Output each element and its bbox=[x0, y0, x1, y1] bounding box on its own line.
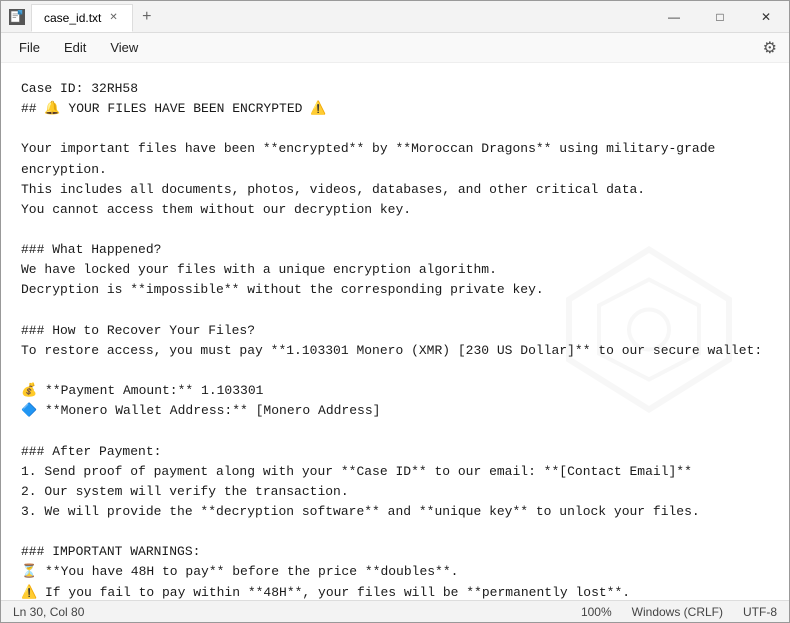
tabs-area: case_id.txt ✕ + bbox=[31, 2, 651, 32]
status-right: 100% Windows (CRLF) UTF-8 bbox=[581, 605, 777, 619]
line-6: You cannot access them without our decry… bbox=[21, 200, 769, 220]
menu-edit[interactable]: Edit bbox=[54, 37, 96, 58]
line-14 bbox=[21, 361, 769, 381]
line-5: This includes all documents, photos, vid… bbox=[21, 180, 769, 200]
statusbar: Ln 30, Col 80 100% Windows (CRLF) UTF-8 bbox=[1, 600, 789, 622]
line-10: Decryption is **impossible** without the… bbox=[21, 280, 769, 300]
encoding: UTF-8 bbox=[743, 605, 777, 619]
menubar: File Edit View ⚙ bbox=[1, 33, 789, 63]
line-23: ### IMPORTANT WARNINGS: bbox=[21, 542, 769, 562]
line-24: ⏳ **You have 48H to pay** before the pri… bbox=[21, 562, 769, 582]
titlebar: case_id.txt ✕ + — □ ✕ bbox=[1, 1, 789, 33]
editor-wrapper: Case ID: 32RH58## 🔔 YOUR FILES HAVE BEEN… bbox=[1, 63, 789, 600]
tab-close-button[interactable]: ✕ bbox=[107, 12, 119, 23]
editor-textarea[interactable]: Case ID: 32RH58## 🔔 YOUR FILES HAVE BEEN… bbox=[1, 63, 789, 600]
settings-icon[interactable]: ⚙ bbox=[759, 34, 781, 62]
line-8: ### What Happened? bbox=[21, 240, 769, 260]
line-20: 2. Our system will verify the transactio… bbox=[21, 482, 769, 502]
status-left: Ln 30, Col 80 bbox=[13, 605, 84, 619]
maximize-button[interactable]: □ bbox=[697, 1, 743, 33]
notepad-window: case_id.txt ✕ + — □ ✕ File Edit View ⚙ bbox=[0, 0, 790, 623]
line-7 bbox=[21, 220, 769, 240]
line-19: 1. Send proof of payment along with your… bbox=[21, 462, 769, 482]
close-button[interactable]: ✕ bbox=[743, 1, 789, 33]
line-1: Case ID: 32RH58 bbox=[21, 79, 769, 99]
line-17 bbox=[21, 421, 769, 441]
line-11 bbox=[21, 301, 769, 321]
menu-items: File Edit View bbox=[9, 37, 148, 58]
line-9: We have locked your files with a unique … bbox=[21, 260, 769, 280]
active-tab[interactable]: case_id.txt ✕ bbox=[31, 4, 133, 32]
line-16: 🔷 **Monero Wallet Address:** [Monero Add… bbox=[21, 401, 769, 421]
line-21: 3. We will provide the **decryption soft… bbox=[21, 502, 769, 522]
minimize-button[interactable]: — bbox=[651, 1, 697, 33]
app-icon bbox=[9, 9, 25, 25]
line-13: To restore access, you must pay **1.1033… bbox=[21, 341, 769, 361]
line-25: ⚠️ If you fail to pay within **48H**, yo… bbox=[21, 583, 769, 600]
zoom-level: 100% bbox=[581, 605, 612, 619]
new-tab-button[interactable]: + bbox=[133, 3, 161, 31]
line-22 bbox=[21, 522, 769, 542]
line-2: ## 🔔 YOUR FILES HAVE BEEN ENCRYPTED ⚠️ bbox=[21, 99, 769, 119]
menu-file[interactable]: File bbox=[9, 37, 50, 58]
line-18: ### After Payment: bbox=[21, 442, 769, 462]
line-15: 💰 **Payment Amount:** 1.103301 bbox=[21, 381, 769, 401]
cursor-position: Ln 30, Col 80 bbox=[13, 605, 84, 619]
menu-view[interactable]: View bbox=[100, 37, 148, 58]
tab-filename: case_id.txt bbox=[44, 11, 101, 25]
line-ending: Windows (CRLF) bbox=[632, 605, 723, 619]
line-12: ### How to Recover Your Files? bbox=[21, 321, 769, 341]
line-4: Your important files have been **encrypt… bbox=[21, 139, 769, 179]
line-3 bbox=[21, 119, 769, 139]
window-controls: — □ ✕ bbox=[651, 1, 789, 33]
